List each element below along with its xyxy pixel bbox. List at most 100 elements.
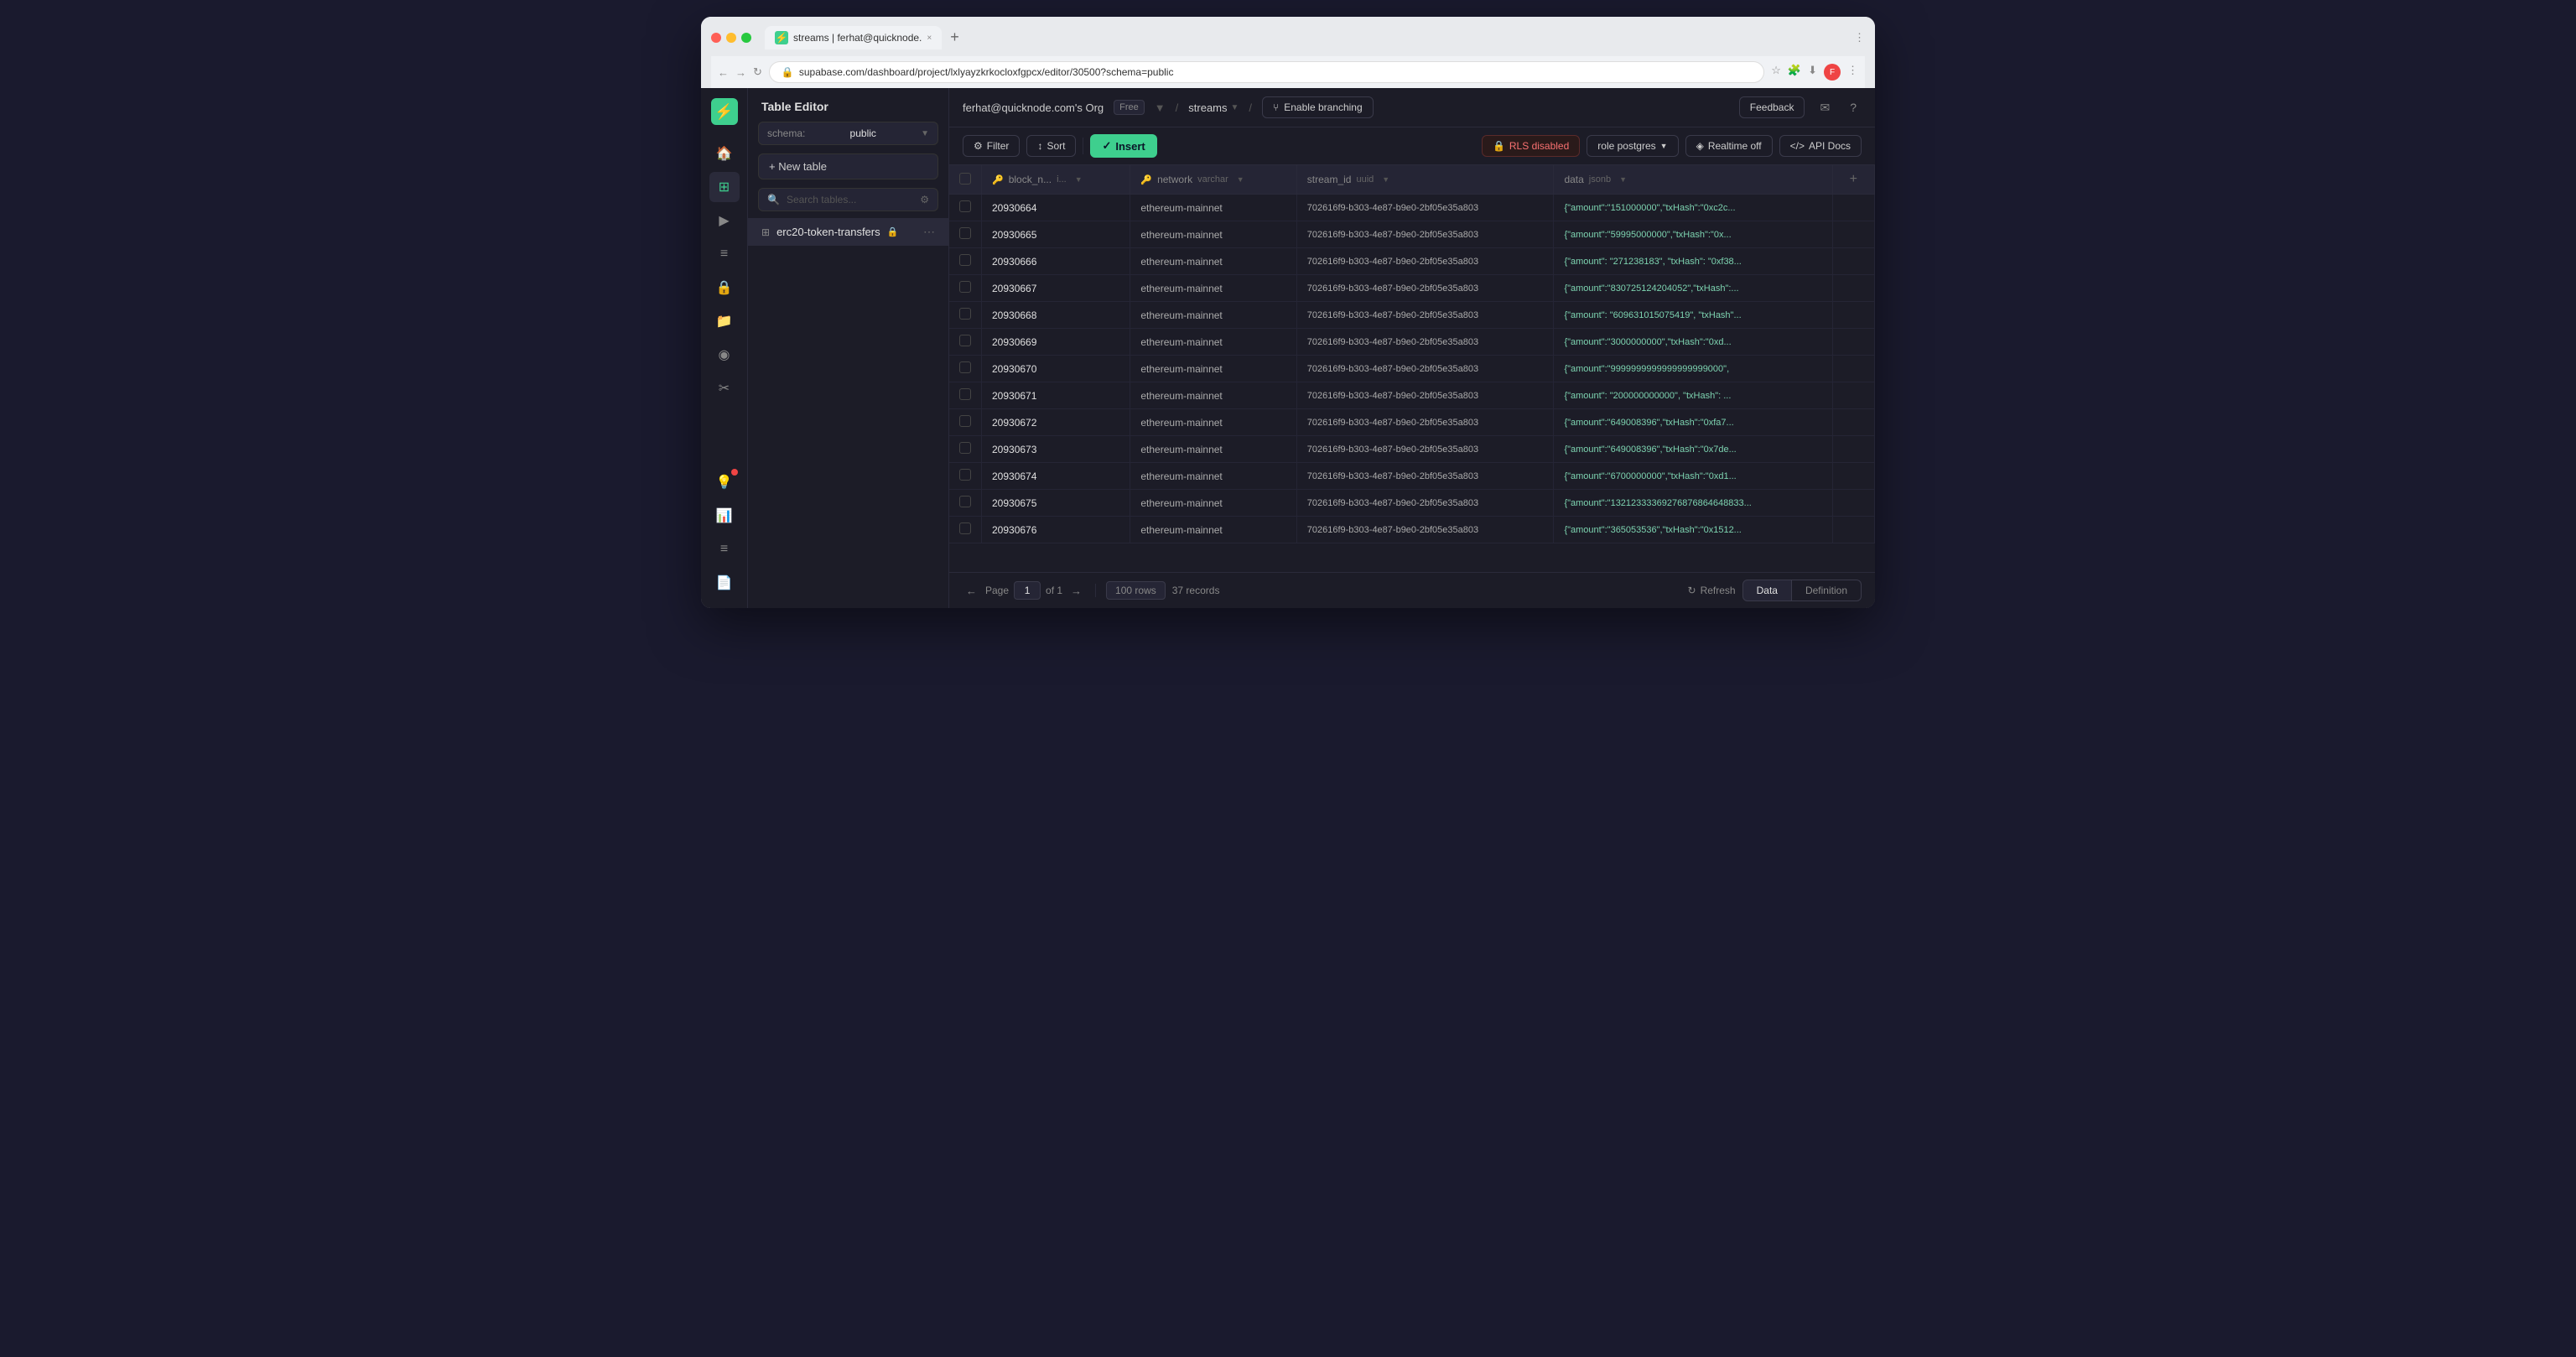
browser-refresh-btn[interactable]: ↻: [753, 65, 762, 79]
close-window-btn[interactable]: [711, 33, 721, 43]
bookmark-icon[interactable]: ☆: [1771, 64, 1781, 81]
row-checkbox-5[interactable]: [949, 329, 982, 356]
table-row[interactable]: 20930664 ethereum-mainnet 702616f9-b303-…: [949, 195, 1875, 221]
table-row[interactable]: 20930674 ethereum-mainnet 702616f9-b303-…: [949, 463, 1875, 490]
row-checkbox-11[interactable]: [949, 490, 982, 517]
sidebar-item-logs[interactable]: ≡: [709, 534, 740, 564]
row-checkbox-8[interactable]: [949, 409, 982, 436]
address-bar[interactable]: 🔒 supabase.com/dashboard/project/lxlyayz…: [769, 61, 1764, 83]
tab-close-btn[interactable]: ×: [927, 34, 932, 43]
sidebar-item-auth[interactable]: 🔒: [709, 273, 740, 303]
browser-tab[interactable]: ⚡ streams | ferhat@quicknode. ×: [765, 26, 942, 49]
sidebar-item-edge-functions[interactable]: ✂: [709, 373, 740, 403]
row-checkbox-12[interactable]: [949, 517, 982, 543]
forward-btn[interactable]: →: [735, 66, 746, 79]
api-docs-btn[interactable]: </> API Docs: [1779, 135, 1862, 157]
checkbox-0[interactable]: [959, 200, 971, 212]
download-icon[interactable]: ⬇: [1808, 64, 1817, 81]
table-row[interactable]: 20930669 ethereum-mainnet 702616f9-b303-…: [949, 329, 1875, 356]
row-checkbox-6[interactable]: [949, 356, 982, 382]
breadcrumb-streams[interactable]: streams ▼: [1188, 101, 1239, 114]
new-table-button[interactable]: + New table: [758, 153, 938, 179]
definition-tab-btn[interactable]: Definition: [1792, 580, 1862, 601]
mail-icon-btn[interactable]: ✉: [1815, 97, 1835, 118]
sidebar-item-sql-editor[interactable]: ▶: [709, 205, 740, 236]
user-avatar[interactable]: F: [1824, 64, 1841, 81]
checkbox-4[interactable]: [959, 308, 971, 320]
row-checkbox-7[interactable]: [949, 382, 982, 409]
row-checkbox-4[interactable]: [949, 302, 982, 329]
next-page-btn[interactable]: →: [1067, 583, 1085, 599]
row-checkbox-0[interactable]: [949, 195, 982, 221]
table-row[interactable]: 20930667 ethereum-mainnet 702616f9-b303-…: [949, 275, 1875, 302]
rls-btn[interactable]: 🔒 RLS disabled: [1482, 135, 1580, 157]
sidebar-item-storage[interactable]: 📁: [709, 306, 740, 336]
select-all-checkbox[interactable]: [959, 173, 971, 185]
col-header-stream-id[interactable]: stream_id uuid ▼: [1296, 165, 1554, 195]
minimize-window-btn[interactable]: [726, 33, 736, 43]
table-row[interactable]: 20930665 ethereum-mainnet 702616f9-b303-…: [949, 221, 1875, 248]
traffic-lights[interactable]: [711, 33, 751, 43]
checkbox-7[interactable]: [959, 388, 971, 400]
filter-icon[interactable]: ⚙: [920, 194, 929, 205]
row-checkbox-3[interactable]: [949, 275, 982, 302]
help-icon-btn[interactable]: ?: [1845, 97, 1862, 117]
sidebar-item-docs[interactable]: 📄: [709, 568, 740, 598]
row-checkbox-9[interactable]: [949, 436, 982, 463]
row-checkbox-1[interactable]: [949, 221, 982, 248]
table-item-erc20[interactable]: ⊞ erc20-token-transfers 🔒 ⋯: [748, 218, 948, 246]
checkbox-12[interactable]: [959, 523, 971, 534]
schema-selector[interactable]: schema: public ▼: [758, 122, 938, 145]
checkbox-2[interactable]: [959, 254, 971, 266]
back-btn[interactable]: ←: [718, 66, 729, 79]
sidebar-item-home[interactable]: 🏠: [709, 138, 740, 169]
browser-menu-btn[interactable]: ⋮: [1854, 31, 1865, 44]
col-header-data[interactable]: data jsonb ▼: [1554, 165, 1832, 195]
sort-btn[interactable]: ↕ Sort: [1026, 135, 1076, 157]
fullscreen-window-btn[interactable]: [741, 33, 751, 43]
sidebar-item-notifications[interactable]: 💡: [709, 467, 740, 497]
feedback-btn[interactable]: Feedback: [1739, 96, 1805, 118]
header-checkbox[interactable]: [949, 165, 982, 195]
new-tab-btn[interactable]: +: [943, 25, 966, 49]
rows-per-page-selector[interactable]: 100 rows: [1106, 581, 1166, 600]
add-column-btn[interactable]: +: [1843, 172, 1864, 186]
col-header-block-num[interactable]: 🔑 block_n... i... ▼: [982, 165, 1130, 195]
row-checkbox-2[interactable]: [949, 248, 982, 275]
table-row[interactable]: 20930676 ethereum-mainnet 702616f9-b303-…: [949, 517, 1875, 543]
sidebar-item-database[interactable]: ≡: [709, 239, 740, 269]
realtime-btn[interactable]: ◈ Realtime off: [1685, 135, 1773, 157]
checkbox-5[interactable]: [959, 335, 971, 346]
checkbox-6[interactable]: [959, 361, 971, 373]
extensions-icon[interactable]: 🧩: [1788, 64, 1801, 81]
checkbox-8[interactable]: [959, 415, 971, 427]
checkbox-11[interactable]: [959, 496, 971, 507]
refresh-btn[interactable]: ↻ Refresh: [1688, 585, 1736, 596]
table-row[interactable]: 20930670 ethereum-mainnet 702616f9-b303-…: [949, 356, 1875, 382]
table-row[interactable]: 20930668 ethereum-mainnet 702616f9-b303-…: [949, 302, 1875, 329]
enable-branching-btn[interactable]: ⑂ Enable branching: [1262, 96, 1374, 118]
sidebar-item-reports[interactable]: 📊: [709, 501, 740, 531]
table-row[interactable]: 20930671 ethereum-mainnet 702616f9-b303-…: [949, 382, 1875, 409]
browser-settings-icon[interactable]: ⋮: [1847, 64, 1858, 81]
role-btn[interactable]: role postgres ▼: [1587, 135, 1678, 157]
checkbox-10[interactable]: [959, 469, 971, 481]
search-tables-input[interactable]: Search tables...: [787, 194, 913, 205]
insert-btn[interactable]: ✓ Insert: [1090, 134, 1156, 158]
page-input[interactable]: [1014, 581, 1041, 600]
col-header-network[interactable]: 🔑 network varchar ▼: [1130, 165, 1296, 195]
sidebar-item-table-editor[interactable]: ⊞: [709, 172, 740, 202]
table-row[interactable]: 20930673 ethereum-mainnet 702616f9-b303-…: [949, 436, 1875, 463]
table-menu-icon[interactable]: ⋯: [923, 225, 935, 239]
row-checkbox-10[interactable]: [949, 463, 982, 490]
checkbox-1[interactable]: [959, 227, 971, 239]
table-row[interactable]: 20930672 ethereum-mainnet 702616f9-b303-…: [949, 409, 1875, 436]
filter-btn[interactable]: ⚙ Filter: [963, 135, 1020, 157]
table-row[interactable]: 20930666 ethereum-mainnet 702616f9-b303-…: [949, 248, 1875, 275]
checkbox-3[interactable]: [959, 281, 971, 293]
sidebar-item-realtime[interactable]: ◉: [709, 340, 740, 370]
prev-page-btn[interactable]: ←: [963, 583, 980, 599]
checkbox-9[interactable]: [959, 442, 971, 454]
col-header-add[interactable]: +: [1832, 165, 1874, 195]
data-tab-btn[interactable]: Data: [1742, 580, 1792, 601]
